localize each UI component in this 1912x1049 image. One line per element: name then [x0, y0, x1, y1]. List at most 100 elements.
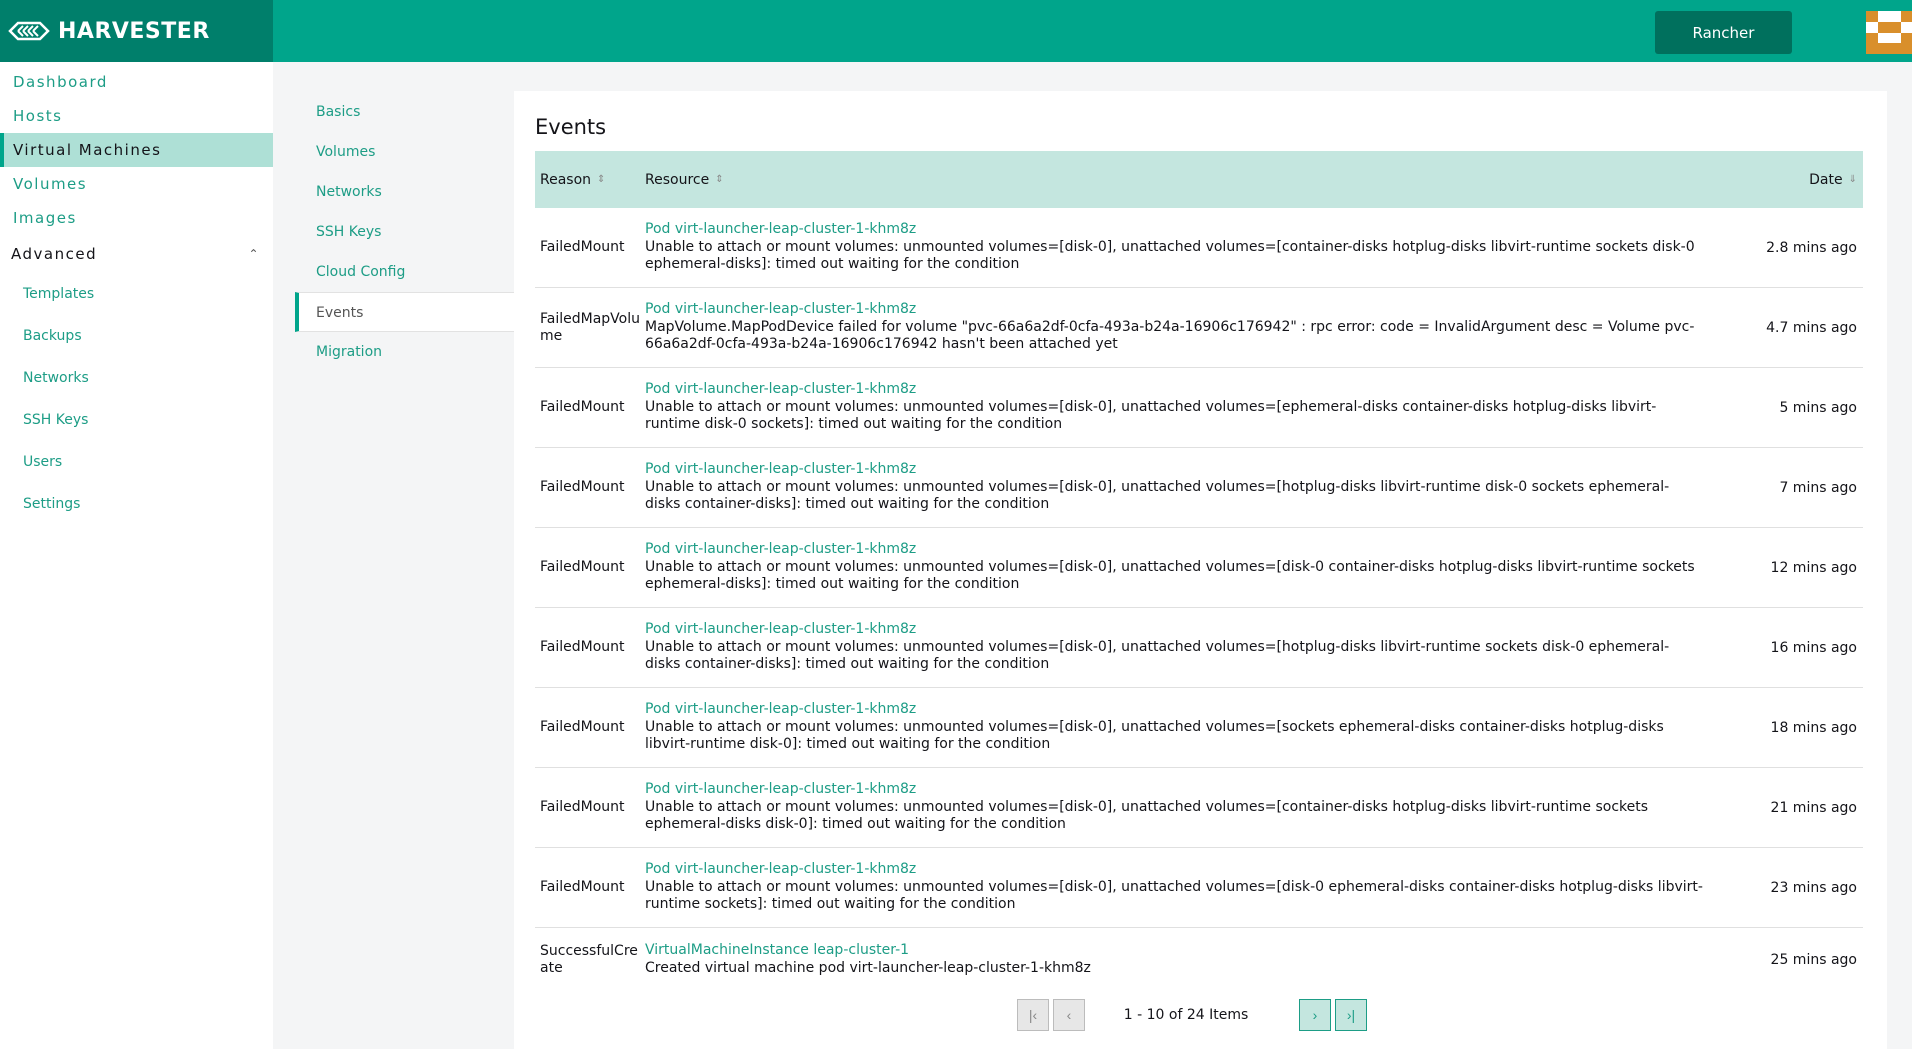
nav-subitem-backups[interactable]: Backups — [0, 315, 273, 357]
event-reason: FailedMapVolume — [540, 310, 640, 344]
event-reason: FailedMount — [540, 799, 625, 815]
event-message: Unable to attach or mount volumes: unmou… — [645, 878, 1703, 913]
table-row: FailedMount Pod virt-launcher-leap-clust… — [535, 688, 1863, 768]
top-header: HARVESTER Rancher — [0, 0, 1912, 62]
event-resource: VirtualMachineInstance leap-cluster-1 Cr… — [645, 942, 1733, 977]
event-resource: Pod virt-launcher-leap-cluster-1-khm8z U… — [645, 221, 1733, 274]
event-resource: Pod virt-launcher-leap-cluster-1-khm8z U… — [645, 621, 1733, 674]
tab-migration[interactable]: Migration — [295, 332, 514, 372]
event-reason: FailedMount — [540, 879, 625, 895]
event-message: Unable to attach or mount volumes: unmou… — [645, 398, 1657, 433]
table-header: Reason ⇕ Resource ⇕ Date ⇓ — [535, 151, 1863, 208]
event-date: 7 mins ago — [1779, 479, 1857, 496]
event-date: 4.7 mins ago — [1766, 319, 1857, 336]
event-message: Unable to attach or mount volumes: unmou… — [645, 238, 1695, 273]
nav-subitem-users[interactable]: Users — [0, 441, 273, 483]
event-reason: FailedMount — [540, 479, 625, 495]
event-reason: SuccessfulCreate — [540, 942, 638, 976]
event-resource-link[interactable]: Pod virt-launcher-leap-cluster-1-khm8z — [645, 621, 1703, 639]
nav-group-advanced[interactable]: Advanced ⌃ — [0, 235, 273, 273]
brand[interactable]: HARVESTER — [0, 0, 273, 62]
event-date: 12 mins ago — [1770, 559, 1857, 576]
event-resource-link[interactable]: Pod virt-launcher-leap-cluster-1-khm8z — [645, 301, 1703, 319]
event-date: 23 mins ago — [1770, 879, 1857, 896]
event-resource: Pod virt-launcher-leap-cluster-1-khm8z U… — [645, 381, 1733, 434]
nav-group-label: Advanced — [11, 245, 98, 263]
event-resource-link[interactable]: Pod virt-launcher-leap-cluster-1-khm8z — [645, 781, 1703, 799]
event-resource-link[interactable]: Pod virt-launcher-leap-cluster-1-khm8z — [645, 861, 1703, 879]
event-message: MapVolume.MapPodDevice failed for volume… — [645, 318, 1695, 353]
tab-cloud-config[interactable]: Cloud Config — [295, 252, 514, 292]
table-row: SuccessfulCreate VirtualMachineInstance … — [535, 928, 1863, 991]
event-resource: Pod virt-launcher-leap-cluster-1-khm8z U… — [645, 701, 1733, 754]
event-resource: Pod virt-launcher-leap-cluster-1-khm8z U… — [645, 541, 1733, 594]
avatar[interactable] — [1866, 11, 1912, 54]
harvester-logo-icon — [8, 21, 50, 41]
last-page-icon[interactable]: ›| — [1335, 999, 1367, 1031]
event-message: Unable to attach or mount volumes: unmou… — [645, 558, 1695, 593]
table-row: FailedMount Pod virt-launcher-leap-clust… — [535, 448, 1863, 528]
event-message: Created virtual machine pod virt-launche… — [645, 959, 1091, 976]
nav-subitem-ssh-keys[interactable]: SSH Keys — [0, 399, 273, 441]
event-resource-link[interactable]: Pod virt-launcher-leap-cluster-1-khm8z — [645, 541, 1703, 559]
event-message: Unable to attach or mount volumes: unmou… — [645, 638, 1670, 673]
column-header-reason-label: Reason — [540, 171, 592, 188]
table-row: FailedMount Pod virt-launcher-leap-clust… — [535, 848, 1863, 928]
event-resource-link[interactable]: VirtualMachineInstance leap-cluster-1 — [645, 942, 1703, 960]
event-date: 16 mins ago — [1770, 639, 1857, 656]
sort-icon: ⇕ — [715, 174, 724, 185]
tab-events[interactable]: Events — [295, 292, 514, 332]
event-date: 18 mins ago — [1770, 719, 1857, 736]
event-reason: FailedMount — [540, 239, 625, 255]
event-message: Unable to attach or mount volumes: unmou… — [645, 718, 1664, 753]
event-date: 25 mins ago — [1770, 951, 1857, 968]
event-date: 21 mins ago — [1770, 799, 1857, 816]
prev-page-icon[interactable]: ‹ — [1053, 999, 1085, 1031]
events-table: Reason ⇕ Resource ⇕ Date ⇓ FailedMount P… — [535, 151, 1863, 991]
nav-item-dashboard[interactable]: Dashboard — [0, 65, 273, 99]
tab-ssh-keys[interactable]: SSH Keys — [295, 212, 514, 252]
tab-volumes[interactable]: Volumes — [295, 132, 514, 172]
tab-basics[interactable]: Basics — [295, 92, 514, 132]
nav-subitem-templates[interactable]: Templates — [0, 273, 273, 315]
table-row: FailedMount Pod virt-launcher-leap-clust… — [535, 368, 1863, 448]
table-row: FailedMount Pod virt-launcher-leap-clust… — [535, 768, 1863, 848]
column-header-resource[interactable]: Resource ⇕ — [645, 172, 1733, 188]
table-row: FailedMount Pod virt-launcher-leap-clust… — [535, 528, 1863, 608]
sort-icon: ⇕ — [597, 174, 606, 185]
event-message: Unable to attach or mount volumes: unmou… — [645, 798, 1649, 833]
pagination-info: 1 - 10 of 24 Items — [1123, 1007, 1249, 1023]
rancher-button[interactable]: Rancher — [1655, 11, 1792, 54]
table-row: FailedMount Pod virt-launcher-leap-clust… — [535, 208, 1863, 288]
nav-item-volumes[interactable]: Volumes — [0, 167, 273, 201]
nav-item-hosts[interactable]: Hosts — [0, 99, 273, 133]
next-page-icon[interactable]: › — [1299, 999, 1331, 1031]
column-header-reason[interactable]: Reason ⇕ — [535, 172, 645, 188]
event-resource: Pod virt-launcher-leap-cluster-1-khm8z U… — [645, 461, 1733, 514]
event-resource-link[interactable]: Pod virt-launcher-leap-cluster-1-khm8z — [645, 701, 1703, 719]
column-header-date[interactable]: Date ⇓ — [1733, 172, 1863, 188]
events-title: Events — [535, 115, 607, 139]
left-nav: Dashboard Hosts Virtual Machines Volumes… — [0, 62, 273, 1049]
pagination: |‹ ‹ 1 - 10 of 24 Items › ›| — [1017, 999, 1371, 1031]
table-row: FailedMount Pod virt-launcher-leap-clust… — [535, 608, 1863, 688]
nav-item-virtual-machines[interactable]: Virtual Machines — [0, 133, 273, 167]
table-row: FailedMapVolume Pod virt-launcher-leap-c… — [535, 288, 1863, 368]
event-resource: Pod virt-launcher-leap-cluster-1-khm8z U… — [645, 861, 1733, 914]
vm-tabs: Basics Volumes Networks SSH Keys Cloud C… — [295, 91, 514, 1049]
event-reason: FailedMount — [540, 719, 625, 735]
main-content: Basics Volumes Networks SSH Keys Cloud C… — [295, 91, 1887, 1049]
nav-subitem-settings[interactable]: Settings — [0, 483, 273, 525]
brand-name: HARVESTER — [58, 18, 210, 44]
nav-item-images[interactable]: Images — [0, 201, 273, 235]
nav-subitem-networks[interactable]: Networks — [0, 357, 273, 399]
first-page-icon[interactable]: |‹ — [1017, 999, 1049, 1031]
event-resource-link[interactable]: Pod virt-launcher-leap-cluster-1-khm8z — [645, 381, 1703, 399]
event-date: 5 mins ago — [1779, 399, 1857, 416]
event-resource-link[interactable]: Pod virt-launcher-leap-cluster-1-khm8z — [645, 461, 1703, 479]
event-message: Unable to attach or mount volumes: unmou… — [645, 478, 1670, 513]
event-resource-link[interactable]: Pod virt-launcher-leap-cluster-1-khm8z — [645, 221, 1703, 239]
tab-networks[interactable]: Networks — [295, 172, 514, 212]
event-reason: FailedMount — [540, 639, 625, 655]
chevron-up-icon: ⌃ — [248, 247, 260, 261]
